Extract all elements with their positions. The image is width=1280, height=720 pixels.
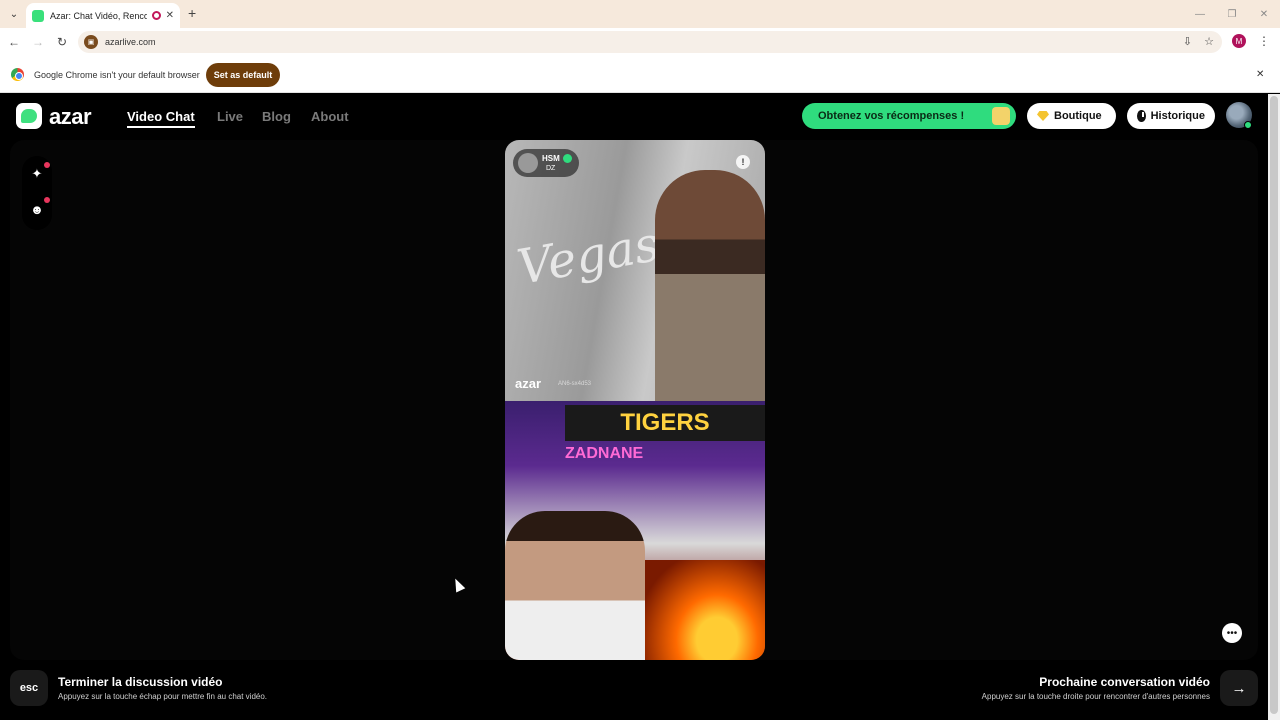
chat-bubble-icon[interactable]: ••• — [1222, 623, 1242, 643]
profile-avatar[interactable]: M — [1232, 34, 1246, 48]
recording-icon — [151, 11, 161, 20]
nav-live[interactable]: Live — [217, 109, 243, 124]
sticker-icon[interactable]: ☻ — [29, 201, 45, 217]
next-chat-title: Prochaine conversation vidéo — [1039, 675, 1210, 689]
watermark-id: AN6-sx4d53 — [558, 381, 592, 387]
sparkle-effects-icon[interactable]: ✦ — [29, 166, 45, 182]
partner-avatar — [518, 153, 538, 173]
rewards-label: Obtenez vos récompenses ! — [818, 110, 965, 122]
nav-about[interactable]: About — [311, 109, 349, 124]
shop-label: Boutique — [1054, 110, 1102, 122]
partner-name: HSM — [542, 154, 560, 163]
azar-favicon-icon — [32, 9, 44, 22]
nav-video-chat[interactable]: Video Chat — [127, 109, 195, 128]
infobar-close-icon[interactable]: ✕ — [1256, 69, 1264, 80]
tab-close-icon[interactable]: ✕ — [166, 10, 174, 21]
wall-sign-text: Vegas — [513, 216, 664, 296]
tab-search-icon[interactable]: ⌄ — [6, 6, 22, 22]
next-chat-hint: Appuyez sur la touche droite pour rencon… — [981, 692, 1210, 701]
end-chat-title: Terminer la discussion vidéo — [58, 675, 223, 689]
report-icon[interactable]: ! — [736, 155, 750, 169]
window-close-icon[interactable]: ✕ — [1248, 0, 1280, 28]
back-icon[interactable]: ← — [6, 34, 22, 50]
set-default-button[interactable]: Set as default — [206, 63, 280, 87]
fireplace-image — [645, 560, 765, 660]
next-arrow-button[interactable]: → — [1220, 670, 1258, 706]
bookmark-star-icon[interactable]: ☆ — [1204, 35, 1214, 48]
neon-sign-text: ZADNANE — [565, 445, 644, 462]
history-button[interactable]: Historique — [1127, 103, 1215, 129]
gem-icon — [1037, 111, 1049, 121]
verified-badge-icon — [563, 154, 572, 163]
browser-toolbar: ← → ↻ ▣ azarlive.com ⇩ ☆ — [0, 28, 1280, 56]
url-text: azarlive.com — [105, 37, 156, 47]
partner-figure — [655, 170, 765, 401]
esc-key-button[interactable]: esc — [10, 670, 48, 706]
infobar-message: Google Chrome isn't your default browser — [34, 70, 200, 80]
self-video[interactable]: TIGERS ZADNANE — [505, 401, 765, 660]
browser-tab[interactable]: Azar: Chat Vidéo, Rencontr ✕ — [26, 3, 180, 28]
new-tab-icon[interactable]: + — [188, 5, 196, 21]
address-bar[interactable]: ▣ azarlive.com ⇩ ☆ — [78, 31, 1222, 53]
azar-logo-text[interactable]: azar — [49, 104, 92, 130]
chrome-logo-icon — [11, 68, 24, 81]
partner-country: DZ — [546, 165, 556, 172]
install-app-icon[interactable]: ⇩ — [1183, 35, 1192, 48]
banner-text: TIGERS — [565, 405, 765, 441]
scrollbar-thumb[interactable] — [1270, 96, 1278, 714]
notification-dot — [44, 162, 50, 168]
partner-video[interactable]: Vegas — [505, 140, 765, 401]
forward-icon[interactable]: → — [30, 34, 46, 50]
azar-logo-icon[interactable] — [16, 103, 42, 129]
site-info-icon[interactable]: ▣ — [84, 35, 98, 49]
window-controls: — ❐ ✕ — [1184, 0, 1280, 28]
tab-title: Azar: Chat Vidéo, Rencontr — [50, 10, 147, 21]
menu-icon[interactable]: ⋮ — [1258, 34, 1270, 48]
reload-icon[interactable]: ↻ — [54, 34, 70, 50]
shop-button[interactable]: Boutique — [1027, 103, 1116, 129]
clock-icon — [1137, 110, 1146, 122]
restore-icon[interactable]: ❐ — [1216, 0, 1248, 28]
history-label: Historique — [1150, 110, 1205, 122]
nav-blog[interactable]: Blog — [262, 109, 291, 124]
gift-icon — [992, 107, 1010, 125]
online-status-dot — [1244, 121, 1252, 129]
minimize-icon[interactable]: — — [1184, 0, 1216, 28]
end-chat-hint: Appuyez sur la touche échap pour mettre … — [58, 692, 268, 701]
notification-dot — [44, 197, 50, 203]
self-figure — [505, 511, 645, 660]
video-watermark: azar — [515, 376, 542, 391]
rewards-button[interactable]: Obtenez vos récompenses ! — [802, 103, 1016, 129]
